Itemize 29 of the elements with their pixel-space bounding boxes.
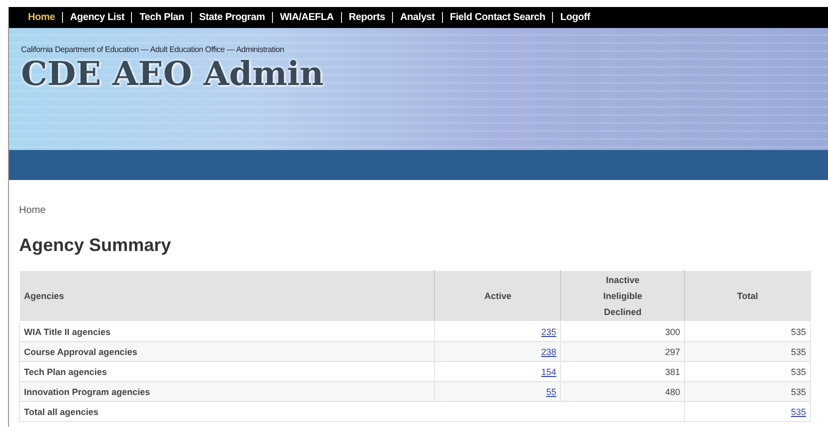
count-link[interactable]: 535 [790,406,806,416]
column-header: Active [434,270,561,322]
table-cell: 535 [684,342,810,362]
table-cell: 535 [684,382,810,402]
breadcrumb: Home [19,205,46,216]
page-heading: Agency Summary [19,235,172,256]
column-header: Total [684,270,810,322]
column-header: Inactive Ineligible Declined [560,270,685,322]
table-cell: 297 [560,342,685,362]
header-subtitle: California Department of Education — Adult Education Office — Administration [21,45,286,54]
nav-link[interactable]: Analyst [392,12,442,23]
nav-link[interactable]: Field Contact Search [442,12,552,23]
nav-link[interactable]: Tech Plan [131,12,192,23]
nav-link[interactable]: Logoff [552,12,598,23]
nav-link[interactable]: Agency List [62,12,132,23]
row-label: Total all agencies [20,402,685,422]
count-link[interactable]: 55 [546,386,556,396]
nav-link[interactable]: WIA/AEFLA [272,12,341,23]
column-header: Agencies [20,270,435,322]
nav-link[interactable]: Reports [340,12,392,23]
table-cell: 480 [560,382,685,402]
nav-link[interactable]: State Program [191,12,272,23]
site-title: CDE AEO Admin [21,54,324,93]
count-link[interactable]: 154 [541,366,556,376]
count-link[interactable]: 238 [541,346,556,356]
nav-link[interactable]: Home [21,12,62,23]
row-label: Innovation Program agencies [20,382,435,402]
row-label: Course Approval agencies [20,342,435,362]
count-link[interactable]: 235 [541,326,556,336]
